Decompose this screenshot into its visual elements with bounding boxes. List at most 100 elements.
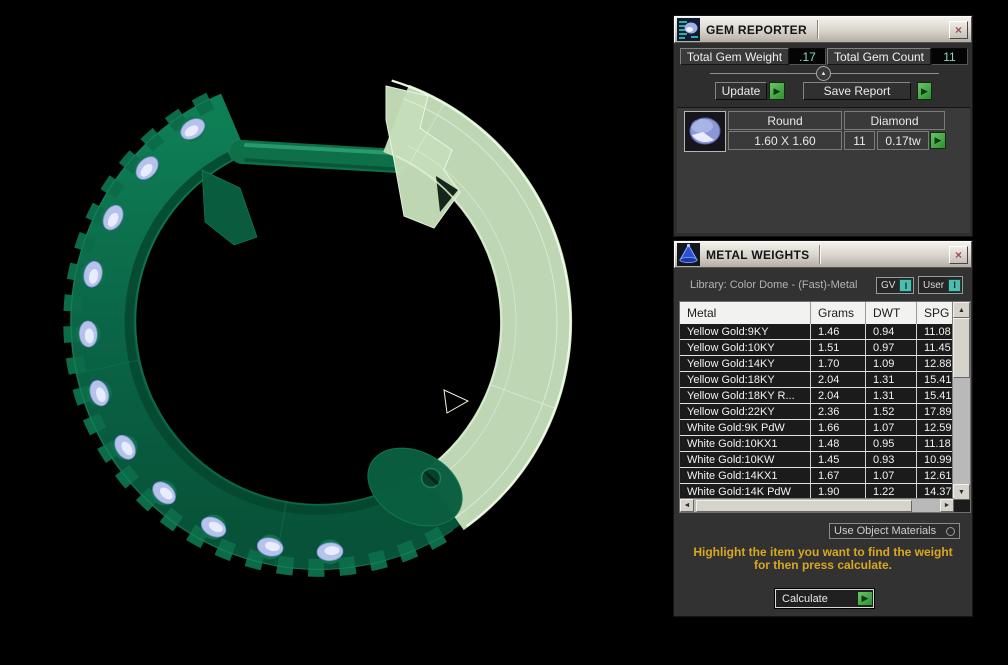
cell-metal: Yellow Gold:18KY R... (680, 388, 811, 403)
update-go-icon[interactable]: ▶ (769, 82, 785, 100)
update-button[interactable]: Update (715, 82, 767, 100)
cell-spg: 14.37 (924, 485, 952, 498)
cell-dwt: 0.94 (866, 324, 917, 339)
table-row[interactable]: Yellow Gold:18KY R... 2.04 1.31 15.41 (680, 388, 954, 404)
scroll-left-icon[interactable]: ◄ (680, 499, 694, 512)
circle-icon (946, 526, 955, 536)
gem-reporter-panel: GEM REPORTER × Total Gem Weight .17 Tota… (673, 15, 973, 237)
table-row[interactable]: White Gold:10KW 1.45 0.93 10.99 (680, 452, 954, 468)
cell-spg: 11.45 (924, 341, 951, 354)
cell-grams: 1.48 (811, 436, 866, 451)
cell-metal: White Gold:14K PdW (680, 484, 811, 499)
vertical-scroll-thumb[interactable] (953, 318, 970, 378)
metal-table-rows: Yellow Gold:9KY 1.46 0.94 11.08 Yellow Gold… (680, 324, 954, 500)
cell-dwt: 1.52 (866, 404, 917, 419)
save-report-go-icon[interactable]: ▶ (917, 82, 932, 100)
gem-reporter-titlebar[interactable]: GEM REPORTER × (674, 16, 972, 43)
header-metal: Metal (680, 302, 811, 324)
cell-dwt: 1.07 (866, 468, 917, 483)
viewport-3d[interactable] (0, 0, 673, 665)
table-row[interactable]: White Gold:9K PdW 1.66 1.07 12.59 (680, 420, 954, 436)
user-button[interactable]: User I (918, 276, 964, 294)
cell-spg: 15.41 (924, 373, 952, 386)
calculate-button[interactable]: Calculate ▶ (774, 588, 875, 609)
gem-reporter-title: GEM REPORTER (706, 22, 807, 37)
gv-label: GV (881, 280, 896, 291)
cell-grams: 1.45 (811, 452, 866, 467)
cell-grams: 1.67 (811, 468, 866, 483)
cell-metal: Yellow Gold:18KY (680, 372, 811, 387)
table-row[interactable]: Yellow Gold:22KY 2.36 1.52 17.89 (680, 404, 954, 420)
header-spg: SPG (924, 306, 950, 320)
horizontal-scrollbar[interactable]: ◄ ► (680, 498, 954, 512)
cell-grams: 2.36 (811, 404, 866, 419)
user-label: User (923, 279, 945, 291)
close-icon[interactable]: × (949, 21, 968, 39)
cell-grams: 2.04 (811, 372, 866, 387)
cell-spg: 12.88 (924, 357, 952, 370)
cell-grams: 2.04 (811, 388, 866, 403)
table-row[interactable]: Yellow Gold:18KY 2.04 1.31 15.41 (680, 372, 954, 388)
gem-weight-cell[interactable]: 0.17tw (877, 131, 929, 150)
cell-metal: White Gold:10KX1 (680, 436, 811, 451)
cell-dwt: 1.22 (866, 484, 917, 499)
user-indicator: I (948, 278, 962, 292)
up-arrow-icon: ▲ (820, 70, 827, 77)
header-dwt: DWT (866, 302, 917, 324)
cell-dwt: 0.93 (866, 452, 917, 467)
titlebar-divider (816, 20, 818, 39)
cell-spg: 12.61 (924, 469, 952, 482)
close-icon[interactable]: × (949, 246, 968, 264)
metal-weights-titlebar[interactable]: METAL WEIGHTS × (674, 241, 972, 268)
cell-metal: Yellow Gold:22KY (680, 404, 811, 419)
gem-size-cell[interactable]: 1.60 X 1.60 (728, 131, 842, 150)
save-report-button[interactable]: Save Report (803, 82, 911, 100)
metal-table: Metal Grams DWT SPG Yellow Gold:9KY 1.46 0… (679, 301, 971, 513)
total-gem-weight-value: .17 (789, 48, 826, 65)
panel-collapse-knob[interactable]: ▲ (816, 66, 831, 81)
cell-metal: White Gold:9K PdW (680, 420, 811, 435)
metal-weights-panel: METAL WEIGHTS × Library: Color Dome - (F… (673, 240, 973, 617)
cell-dwt: 0.97 (866, 340, 917, 355)
cell-dwt: 0.95 (866, 436, 917, 451)
gem-row-go-icon[interactable]: ▶ (930, 132, 946, 149)
table-row[interactable]: White Gold:14KX1 1.67 1.07 12.61 (680, 468, 954, 484)
cell-dwt: 1.09 (866, 356, 917, 371)
cell-metal: White Gold:10KW (680, 452, 811, 467)
gem-reporter-body: Total Gem Weight .17 Total Gem Count 11 … (674, 43, 972, 236)
metal-table-header: Metal Grams DWT SPG (680, 302, 954, 324)
header-grams: Grams (811, 302, 866, 324)
horizontal-scroll-thumb[interactable] (696, 499, 912, 512)
gem-list: Round Diamond 1.60 X 1.60 11 0.17tw ▶ (677, 107, 970, 233)
cell-grams: 1.46 (811, 324, 866, 339)
cell-spg: 11.18 (924, 437, 951, 450)
table-row[interactable]: Yellow Gold:9KY 1.46 0.94 11.08 (680, 324, 954, 340)
cell-grams: 1.70 (811, 356, 866, 371)
cell-metal: White Gold:14KX1 (680, 468, 811, 483)
gem-type-header: Diamond (844, 111, 945, 130)
titlebar-divider (819, 245, 821, 264)
scroll-right-icon[interactable]: ► (940, 499, 954, 512)
gem-thumbnail[interactable] (684, 111, 726, 152)
scroll-down-icon[interactable]: ▼ (953, 484, 970, 500)
use-object-materials-label: Use Object Materials (834, 525, 937, 537)
cell-dwt: 1.31 (866, 372, 917, 387)
gv-button[interactable]: GV I (876, 277, 915, 294)
instruction-line-1: Highlight the item you want to find the … (693, 545, 953, 559)
vertical-scrollbar[interactable]: ▲ ▼ (952, 302, 970, 500)
table-row[interactable]: Yellow Gold:14KY 1.70 1.09 12.88 (680, 356, 954, 372)
table-row[interactable]: Yellow Gold:10KY 1.51 0.97 11.45 (680, 340, 954, 356)
metal-weights-body: Library: Color Dome - (Fast)-Metal GV I … (674, 268, 972, 616)
total-gem-count-label: Total Gem Count (827, 48, 931, 65)
table-row[interactable]: White Gold:10KX1 1.48 0.95 11.18 (680, 436, 954, 452)
cell-grams: 1.66 (811, 420, 866, 435)
gem-shape-header: Round (728, 111, 842, 130)
cell-spg: 15.41 (924, 389, 952, 402)
scroll-up-icon[interactable]: ▲ (953, 302, 970, 318)
cell-metal: Yellow Gold:9KY (680, 324, 811, 339)
calculate-label: Calculate (782, 592, 828, 605)
use-object-materials-button[interactable]: Use Object Materials (829, 523, 960, 539)
cell-grams: 1.51 (811, 340, 866, 355)
ring-3d-render (63, 79, 573, 577)
gem-count-cell[interactable]: 11 (844, 131, 875, 150)
